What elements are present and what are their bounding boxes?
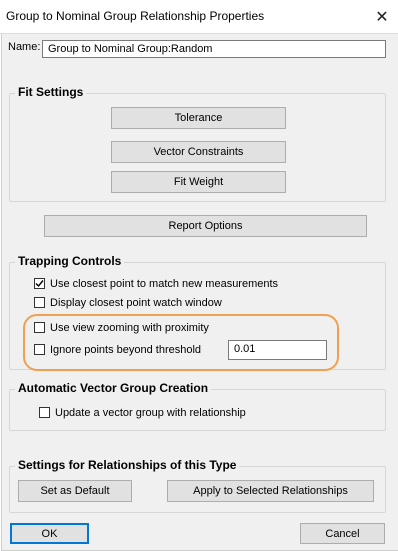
use-closest-point-row[interactable]: Use closest point to match new measureme… — [34, 276, 278, 291]
cancel-button[interactable]: Cancel — [300, 523, 385, 544]
checkmark-icon — [35, 280, 44, 288]
title-bar: Group to Nominal Group Relationship Prop… — [0, 0, 398, 34]
close-button[interactable]: ✕ — [366, 0, 398, 33]
threshold-input[interactable]: 0.01 — [228, 340, 327, 360]
automatic-vector-title: Automatic Vector Group Creation — [15, 381, 212, 395]
use-closest-point-checkbox[interactable] — [34, 278, 45, 289]
name-input[interactable]: Group to Nominal Group:Random — [42, 40, 386, 58]
ignore-points-row[interactable]: Ignore points beyond threshold — [34, 342, 201, 357]
update-vector-checkbox[interactable] — [39, 407, 50, 418]
window-title: Group to Nominal Group Relationship Prop… — [6, 9, 265, 23]
use-closest-point-label: Use closest point to match new measureme… — [50, 277, 279, 290]
vector-constraints-button[interactable]: Vector Constraints — [111, 141, 286, 163]
dialog-body: Name: Group to Nominal Group:Random Fit … — [1, 34, 398, 551]
ignore-points-checkbox[interactable] — [34, 344, 45, 355]
name-label: Name: — [8, 41, 41, 53]
ignore-points-label: Ignore points beyond threshold — [50, 343, 202, 356]
trapping-controls-title: Trapping Controls — [15, 254, 125, 268]
fit-weight-button[interactable]: Fit Weight — [111, 171, 286, 193]
update-vector-label: Update a vector group with relationship — [55, 406, 246, 419]
view-zooming-row[interactable]: Use view zooming with proximity — [34, 320, 209, 335]
display-watch-window-checkbox[interactable] — [34, 297, 45, 308]
report-options-button[interactable]: Report Options — [44, 215, 367, 237]
set-as-default-button[interactable]: Set as Default — [18, 480, 132, 502]
close-icon: ✕ — [375, 8, 389, 26]
view-zooming-label: Use view zooming with proximity — [50, 321, 209, 334]
ok-button[interactable]: OK — [10, 523, 89, 544]
fit-settings-title: Fit Settings — [15, 85, 87, 99]
display-watch-window-row[interactable]: Display closest point watch window — [34, 295, 222, 310]
update-vector-row[interactable]: Update a vector group with relationship — [39, 405, 246, 420]
tolerance-button[interactable]: Tolerance — [111, 107, 286, 129]
relationship-settings-title: Settings for Relationships of this Type — [15, 458, 240, 472]
apply-selected-button[interactable]: Apply to Selected Relationships — [167, 480, 374, 502]
display-watch-window-label: Display closest point watch window — [50, 296, 222, 309]
view-zooming-checkbox[interactable] — [34, 322, 45, 333]
